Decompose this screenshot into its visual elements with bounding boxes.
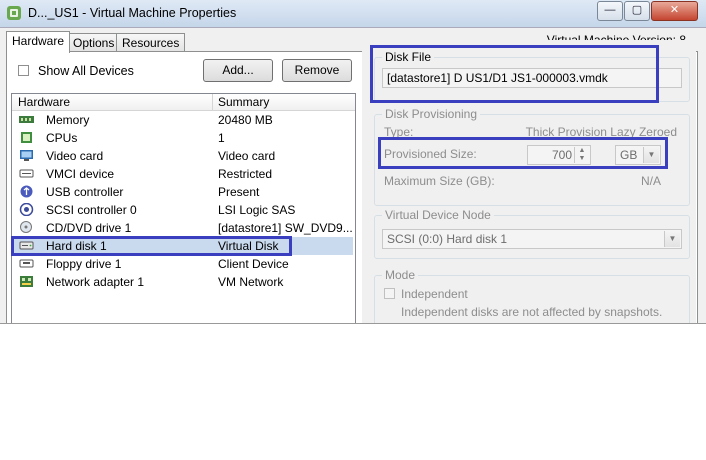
network-icon bbox=[19, 275, 34, 288]
hardware-summary: Client Device bbox=[218, 257, 289, 271]
monitor-icon bbox=[19, 149, 34, 162]
tab-resources[interactable]: Resources bbox=[116, 33, 186, 52]
add-button[interactable]: Add... bbox=[203, 59, 273, 82]
hardware-summary: Video card bbox=[218, 149, 276, 163]
floppy-icon bbox=[19, 257, 34, 270]
hardware-row-scsi-controller[interactable]: SCSI controller 0 LSI Logic SAS bbox=[12, 201, 353, 219]
hardware-row-cpus[interactable]: CPUs 1 bbox=[12, 129, 353, 147]
column-header-summary[interactable]: Summary bbox=[218, 95, 269, 109]
vsphere-app-icon bbox=[7, 6, 21, 20]
title-bar[interactable]: D..._US1 - Virtual Machine Properties — … bbox=[0, 0, 706, 28]
hardware-name: CPUs bbox=[46, 131, 78, 145]
hardware-row-video-card[interactable]: Video card Video card bbox=[12, 147, 353, 165]
close-button[interactable]: ✕ bbox=[651, 1, 698, 21]
hardware-summary: Restricted bbox=[218, 167, 273, 181]
maximum-size-value: N/A bbox=[640, 174, 661, 188]
hardware-name: SCSI controller 0 bbox=[46, 203, 137, 217]
hardware-name: Floppy drive 1 bbox=[46, 257, 122, 271]
hardware-row-vmci-device[interactable]: VMCI device Restricted bbox=[12, 165, 353, 183]
hardware-summary: 1 bbox=[218, 131, 225, 145]
mode-label: Mode bbox=[382, 268, 419, 282]
hardware-name: Memory bbox=[46, 113, 90, 127]
column-separator[interactable] bbox=[212, 94, 213, 110]
hardware-row-usb-controller[interactable]: USB controller Present bbox=[12, 183, 353, 201]
hardware-summary: 20480 MB bbox=[218, 113, 273, 127]
controller-icon bbox=[19, 202, 34, 217]
cd-icon bbox=[19, 221, 34, 234]
hardware-row-floppy-drive[interactable]: Floppy drive 1 Client Device bbox=[12, 255, 353, 273]
hardware-row-network-adapter[interactable]: Network adapter 1 VM Network bbox=[12, 273, 353, 291]
independent-label: Independent bbox=[401, 287, 468, 301]
hardware-summary: [datastore1] SW_DVD9... bbox=[218, 221, 352, 235]
hardware-name: Video card bbox=[46, 149, 104, 163]
disk-provisioning-label: Disk Provisioning bbox=[382, 107, 481, 121]
show-all-devices-label: Show All Devices bbox=[38, 64, 134, 78]
hardware-summary: VM Network bbox=[218, 275, 284, 289]
maximize-button[interactable]: ▢ bbox=[624, 1, 650, 21]
virtual-device-node-label: Virtual Device Node bbox=[382, 208, 494, 222]
highlight-box-provisioned-size bbox=[378, 137, 668, 169]
virtual-device-node-select[interactable]: SCSI (0:0) Hard disk 1 ▼ bbox=[382, 229, 682, 249]
independent-note: Independent disks are not affected by sn… bbox=[401, 305, 663, 319]
show-all-devices-checkbox[interactable] bbox=[18, 65, 29, 76]
usb-icon bbox=[19, 185, 34, 198]
hardware-name: Network adapter 1 bbox=[46, 275, 145, 289]
virtual-device-node-value: SCSI (0:0) Hard disk 1 bbox=[387, 232, 508, 246]
hardware-summary: LSI Logic SAS bbox=[218, 203, 296, 217]
mode-group: Mode Independent Independent disks are n… bbox=[374, 268, 690, 323]
highlight-box-disk-file bbox=[370, 45, 659, 103]
remove-button[interactable]: Remove bbox=[282, 59, 352, 82]
device-icon bbox=[19, 167, 34, 180]
tab-options[interactable]: Options bbox=[67, 33, 121, 52]
hardware-row-cd-dvd-drive[interactable]: CD/DVD drive 1 [datastore1] SW_DVD9... bbox=[12, 219, 353, 237]
minimize-button[interactable]: — bbox=[597, 1, 623, 21]
hardware-name: CD/DVD drive 1 bbox=[46, 221, 132, 235]
hardware-summary: Present bbox=[218, 185, 260, 199]
hardware-list-header: Hardware Summary bbox=[12, 94, 355, 111]
hardware-list[interactable]: Hardware Summary Memory 20480 MB CPUs 1 … bbox=[11, 93, 356, 323]
virtual-device-node-group: Virtual Device Node SCSI (0:0) Hard disk… bbox=[374, 208, 690, 259]
hardware-name: USB controller bbox=[46, 185, 124, 199]
column-header-hardware[interactable]: Hardware bbox=[18, 95, 70, 109]
hardware-row-memory[interactable]: Memory 20480 MB bbox=[12, 111, 353, 129]
window-title: D..._US1 - Virtual Machine Properties bbox=[28, 6, 237, 20]
chevron-down-icon: ▼ bbox=[664, 231, 680, 247]
cpu-icon bbox=[19, 131, 34, 144]
memory-icon bbox=[19, 113, 34, 126]
vm-properties-window: D..._US1 - Virtual Machine Properties — … bbox=[0, 0, 706, 324]
highlight-box-hard-disk bbox=[11, 236, 292, 256]
maximum-size-label: Maximum Size (GB): bbox=[384, 174, 495, 188]
independent-checkbox[interactable] bbox=[384, 288, 395, 299]
hardware-name: VMCI device bbox=[46, 167, 115, 181]
tab-hardware[interactable]: Hardware bbox=[6, 31, 71, 53]
